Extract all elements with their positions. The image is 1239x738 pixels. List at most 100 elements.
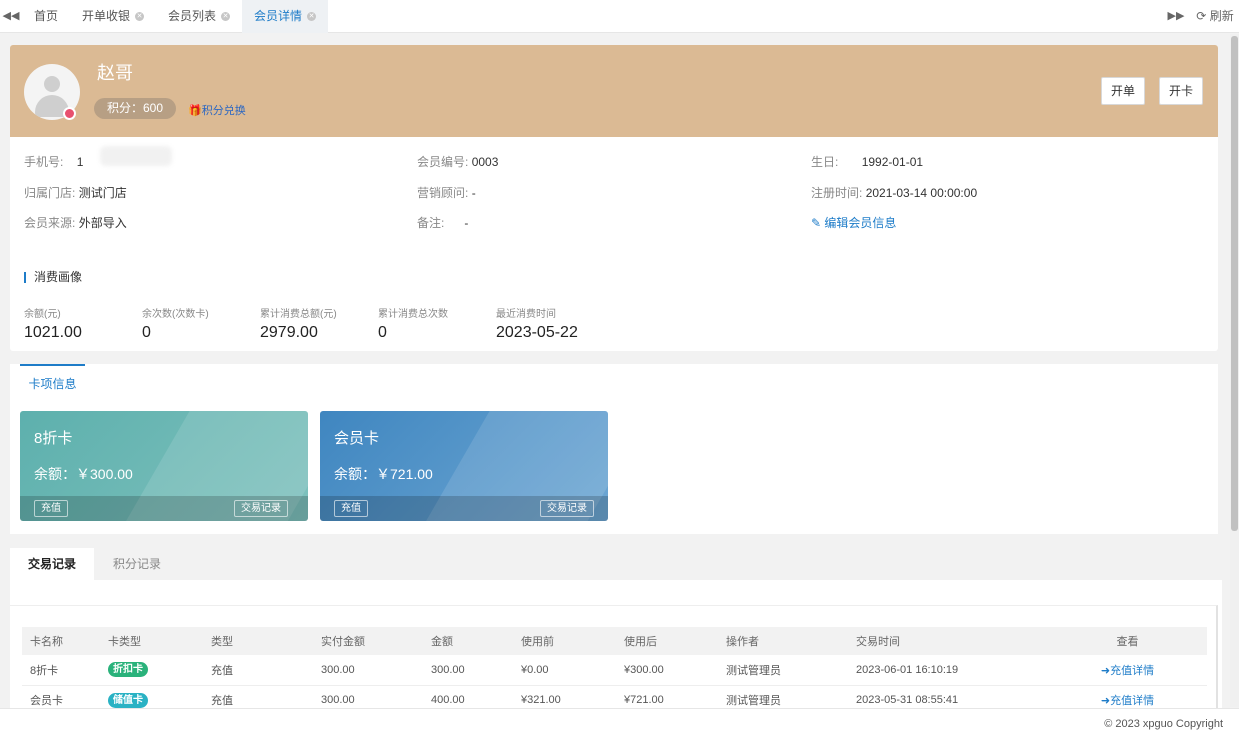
stat-total-spent: 累计消费总额(元) 2979.00	[260, 305, 337, 342]
stat-label: 最近消费时间	[496, 309, 556, 320]
column-header: 操作者	[718, 627, 848, 655]
info-value: -	[471, 186, 476, 200]
tab-transaction-records[interactable]: 交易记录	[10, 548, 95, 580]
info-label: 注册时间:	[811, 186, 863, 200]
points-exchange-label: 积分兑换	[201, 105, 246, 117]
scroll-left-icon[interactable]: ◀◀	[0, 0, 22, 33]
info-advisor: 营销顾问: -	[417, 184, 476, 201]
tab-home[interactable]: 首页	[22, 0, 70, 33]
tab-label: 首页	[34, 9, 59, 23]
info-source: 会员来源: 外部导入	[24, 214, 127, 231]
info-member-no: 会员编号: 0003	[417, 153, 498, 170]
gender-badge-icon	[63, 107, 76, 120]
records-body: 卡名称 卡类型 类型 实付金额 金额 使用前 使用后 操作者 交易时间 查看 8	[10, 580, 1222, 716]
card-footer: 充值 交易记录	[320, 496, 608, 521]
edit-member-link[interactable]: ✎ 编辑会员信息	[811, 214, 896, 231]
info-label: 备注:	[417, 216, 445, 230]
refresh-button[interactable]: ⟳ 刷新	[1193, 0, 1237, 33]
stat-value: 0	[378, 324, 387, 341]
cell-before: ¥0.00	[513, 655, 616, 686]
gift-icon: 🎁	[188, 105, 202, 117]
records-panel: 交易记录 积分记录 卡名称 卡类型 类型 实付金额 金额 使用前 使用后 操作者…	[10, 548, 1222, 716]
info-label: 生日:	[811, 155, 839, 169]
info-value: 0003	[471, 155, 499, 169]
stat-label: 余次数(次数卡)	[142, 309, 209, 320]
card-item-member[interactable]: 会员卡 余额：￥721.00 充值 交易记录	[320, 411, 608, 521]
card-balance: 余额：￥300.00	[34, 466, 133, 482]
points-badge: 积分：600	[94, 98, 177, 119]
tab-member-detail[interactable]: 会员详情 ✕	[242, 0, 329, 33]
info-birthday: 生日: 1992-01-01	[811, 153, 923, 170]
card-records-button[interactable]: 交易记录	[234, 500, 288, 517]
column-header: 类型	[203, 627, 313, 655]
member-info-panel: 赵哥 积分：600 🎁积分兑换 开单 开卡 手机号: 1 会员编号: 0003 …	[10, 45, 1218, 351]
info-value: 测试门店	[78, 186, 127, 200]
info-value: 1	[76, 155, 84, 169]
refresh-icon: ⟳	[1196, 9, 1207, 23]
scrollbar-thumb[interactable]	[1231, 36, 1238, 531]
cell-amount: 300.00	[423, 655, 513, 686]
tab-member-list[interactable]: 会员列表 ✕	[156, 0, 242, 33]
close-icon[interactable]: ✕	[307, 12, 317, 21]
points-exchange-link[interactable]: 🎁积分兑换	[188, 102, 246, 118]
info-label: 手机号:	[24, 155, 64, 169]
cell-view: ➜充值详情	[1048, 655, 1207, 686]
info-label: 营销顾问:	[417, 186, 469, 200]
info-remark: 备注: -	[417, 214, 468, 231]
table-row: 8折卡 折扣卡 充值 300.00 300.00 ¥0.00 ¥300.00 测…	[22, 655, 1207, 686]
member-header: 赵哥 积分：600 🎁积分兑换 开单 开卡	[10, 45, 1218, 137]
info-value: 2021-03-14 00:00:00	[865, 186, 978, 200]
create-order-button[interactable]: 开单	[1101, 77, 1146, 105]
member-name: 赵哥	[97, 63, 133, 83]
tab-points-records[interactable]: 积分记录	[95, 548, 179, 580]
column-header: 使用后	[616, 627, 718, 655]
card-records-button[interactable]: 交易记录	[540, 500, 594, 517]
column-header: 交易时间	[848, 627, 1048, 655]
card-name: 8折卡	[34, 430, 73, 447]
cell-operator: 测试管理员	[718, 655, 848, 686]
stat-value: 2023-05-22	[496, 324, 578, 341]
recharge-detail-link[interactable]: ➜充值详情	[1101, 695, 1154, 707]
refresh-label: 刷新	[1209, 9, 1234, 23]
info-register-time: 注册时间: 2021-03-14 00:00:00	[811, 184, 977, 201]
copyright-text: © 2023 xpguo Copyright	[1104, 718, 1223, 730]
avatar-head-shape	[44, 76, 60, 92]
stat-label: 累计消费总额(元)	[260, 309, 337, 320]
card-item-discount[interactable]: 8折卡 余额：￥300.00 充值 交易记录	[20, 411, 308, 521]
login-arrow-icon: ➜	[1100, 664, 1111, 677]
column-header: 实付金额	[313, 627, 423, 655]
info-label: 会员编号:	[417, 155, 469, 169]
recharge-detail-link[interactable]: ➜充值详情	[1101, 665, 1154, 677]
column-header: 使用前	[513, 627, 616, 655]
stat-label: 累计消费总次数	[378, 309, 448, 320]
tab-card-info[interactable]: 卡项信息	[20, 364, 85, 398]
card-type-badge: 储值卡	[108, 692, 148, 708]
close-icon[interactable]: ✕	[221, 12, 231, 21]
info-label: 归属门店:	[24, 186, 76, 200]
card-balance: 余额：￥721.00	[334, 466, 433, 482]
records-table-wrap: 卡名称 卡类型 类型 实付金额 金额 使用前 使用后 操作者 交易时间 查看 8	[10, 605, 1218, 716]
top-tab-bar: ◀◀ 首页 开单收银 ✕ 会员列表 ✕ 会员详情 ✕ ▶▶ ⟳ 刷新	[0, 0, 1239, 33]
scroll-right-icon[interactable]: ▶▶	[1166, 0, 1186, 33]
tab-label: 会员详情	[254, 9, 303, 23]
card-recharge-button[interactable]: 充值	[34, 500, 68, 517]
cell-type: 充值	[203, 655, 313, 686]
open-card-button[interactable]: 开卡	[1159, 77, 1204, 105]
card-type-badge: 折扣卡	[108, 662, 148, 678]
table-header-row: 卡名称 卡类型 类型 实付金额 金额 使用前 使用后 操作者 交易时间 查看	[22, 627, 1207, 655]
info-value: -	[464, 216, 469, 230]
column-header: 金额	[423, 627, 513, 655]
stat-value: 1021.00	[24, 324, 82, 341]
stat-value: 0	[142, 324, 151, 341]
close-icon[interactable]: ✕	[135, 12, 145, 21]
card-recharge-button[interactable]: 充值	[334, 500, 368, 517]
info-value: 外部导入	[78, 216, 127, 230]
consumption-profile-title: 消费画像	[24, 271, 82, 283]
page-footer: © 2023 xpguo Copyright	[0, 708, 1239, 738]
cell-time: 2023-06-01 16:10:19	[848, 655, 1048, 686]
records-tabs: 交易记录 积分记录	[10, 548, 1222, 580]
recharge-detail-label: 充值详情	[1110, 695, 1155, 707]
page-scrollbar[interactable]	[1230, 34, 1239, 707]
tab-cashier[interactable]: 开单收银 ✕	[70, 0, 156, 33]
cell-card-name: 8折卡	[22, 655, 100, 686]
